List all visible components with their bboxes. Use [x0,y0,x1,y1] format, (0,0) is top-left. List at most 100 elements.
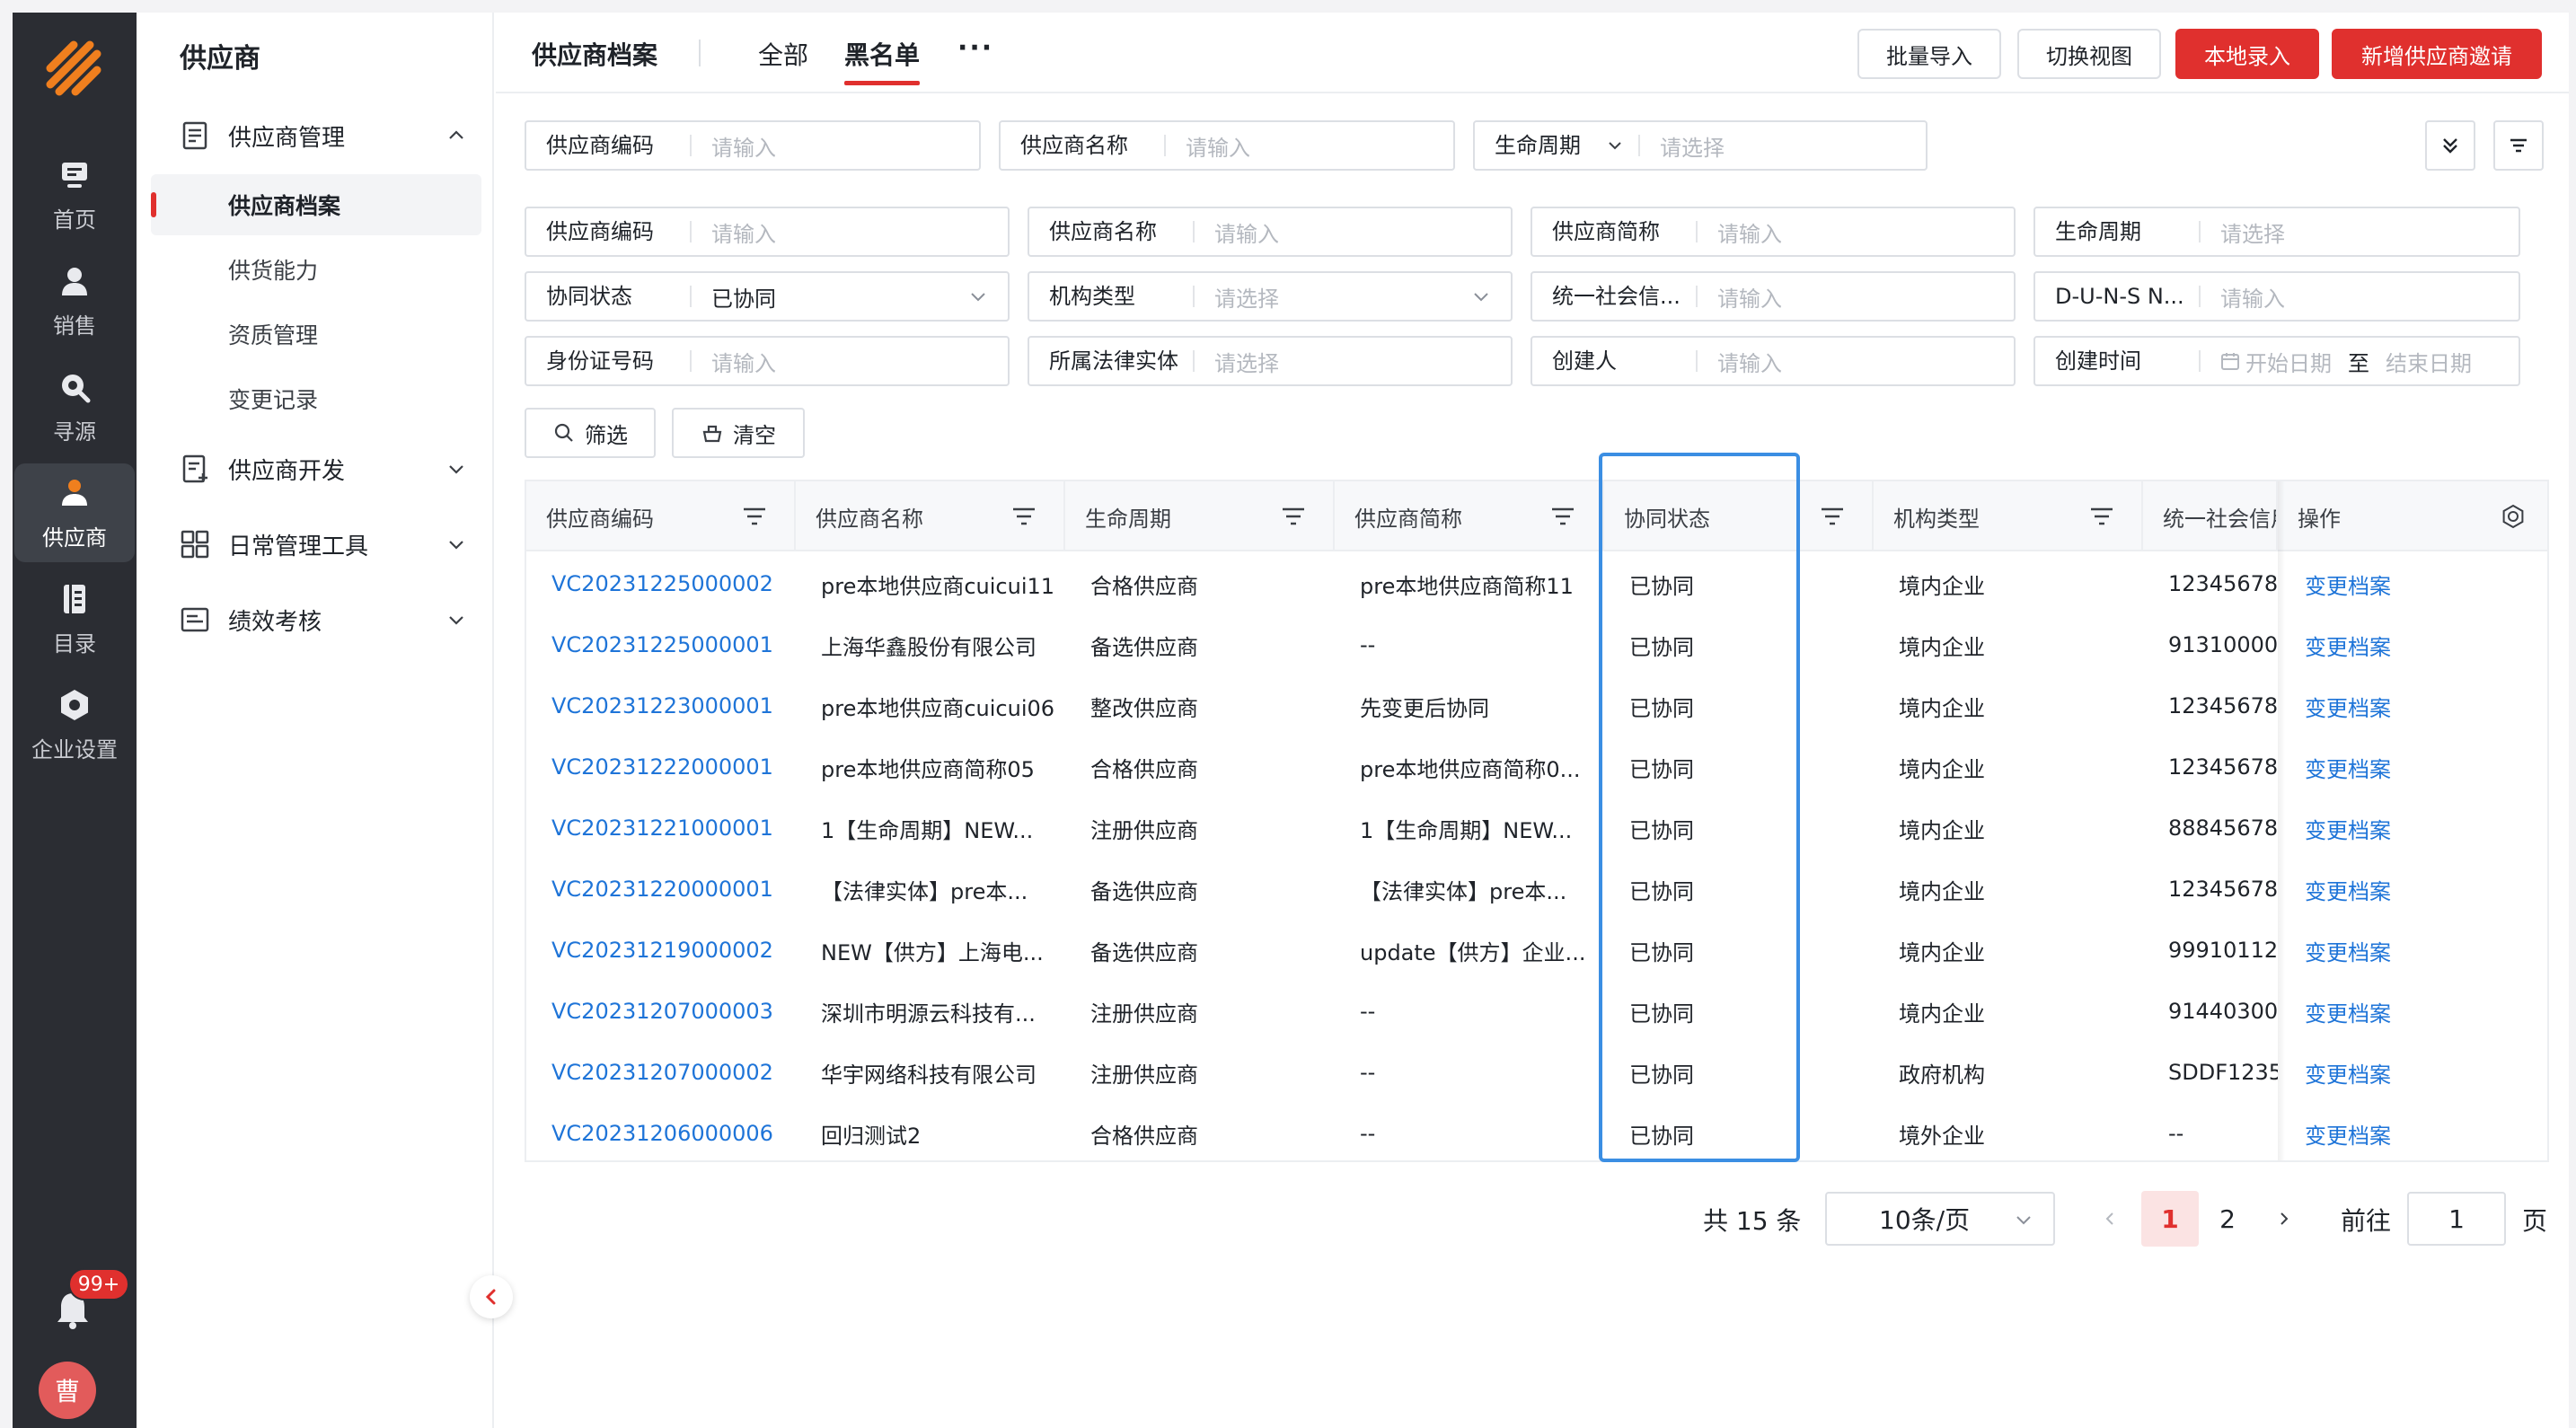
filter-input[interactable]: 请输入 [1166,130,1453,162]
switch-view-button[interactable]: 切换视图 [2017,29,2161,79]
col-header-label: 供应商编码 [546,506,654,532]
filter-legal-entity[interactable]: 所属法律实体 请选择 [1028,336,1513,386]
clear-button[interactable]: 清空 [672,408,805,458]
page-size-select[interactable]: 10条/页 [1825,1192,2055,1246]
cell-supplier-code[interactable]: VC20231223000001 [526,675,796,736]
change-archive-link[interactable]: 变更档案 [2278,1103,2547,1164]
cell-supplier-code[interactable]: VC20231220000001 [526,859,796,920]
filter-input[interactable]: 请输入 [1698,281,2014,313]
tab-blacklist[interactable]: 黑名单 [844,36,921,85]
filter-supplier-code[interactable]: 供应商编码 请输入 [525,207,1010,257]
cell-supplier-code[interactable]: VC20231221000001 [526,798,796,859]
expand-filters-button[interactable] [2425,120,2475,171]
change-archive-link[interactable]: 变更档案 [2278,981,2547,1042]
col-header-supplier-abbr[interactable]: 供应商简称 [1335,481,1604,551]
rail-item-home[interactable]: 首页 [14,145,135,244]
change-archive-link[interactable]: 变更档案 [2278,614,2547,675]
cell-supplier-code[interactable]: VC20231225000001 [526,614,796,675]
sidebar-group-supplier-management[interactable]: 供应商管理 [180,109,467,163]
filter-supplier-name[interactable]: 供应商名称 请输入 [1028,207,1513,257]
more-tabs-button[interactable]: ··· [957,32,993,64]
change-archive-link[interactable]: 变更档案 [2278,1042,2547,1103]
sidebar-item-qualification[interactable]: 资质管理 [151,304,481,365]
invite-supplier-button[interactable]: 新增供应商邀请 [2332,29,2542,79]
rail-item-supplier[interactable]: 供应商 [14,463,135,562]
next-page-button[interactable] [2269,1203,2299,1234]
filter-icon[interactable] [1281,506,1306,527]
sidebar-item-supply-capacity[interactable]: 供货能力 [151,239,481,300]
filter-input[interactable]: 请输入 [692,216,1008,248]
date-range-picker[interactable]: 开始日期 至 结束日期 [2201,346,2519,377]
filter-input[interactable]: 请输入 [1698,346,2014,377]
filter-creator[interactable]: 创建人 请输入 [1531,336,2016,386]
sidebar-group-performance[interactable]: 绩效考核 [180,593,467,647]
filter-select[interactable]: 请选择 [1195,281,1471,313]
quick-filter-lifecycle[interactable]: 生命周期 请选择 [1473,120,1928,171]
cell-supplier-code[interactable]: VC20231225000002 [526,553,796,614]
rail-item-sales[interactable]: 销售 [14,251,135,350]
avatar[interactable]: 曹 [39,1362,96,1419]
col-header-label: 操作 [2298,506,2341,532]
filter-id-number[interactable]: 身份证号码 请输入 [525,336,1010,386]
filter-select[interactable]: 请选择 [1640,130,1926,162]
tab-all[interactable]: 全部 [758,36,808,72]
filter-select[interactable]: 请选择 [1195,346,1511,377]
rail-item-sourcing[interactable]: 寻源 [14,357,135,456]
date-end[interactable]: 结束日期 [2386,346,2472,377]
quick-filter-supplier-code[interactable]: 供应商编码 请输入 [525,120,981,171]
col-header-lifecycle[interactable]: 生命周期 [1065,481,1335,551]
filter-settings-button[interactable] [2493,120,2544,171]
filter-button[interactable]: 筛选 [525,408,656,458]
col-header-org-type[interactable]: 机构类型 [1874,481,2143,551]
batch-import-button[interactable]: 批量导入 [1857,29,2001,79]
page-button-1[interactable]: 1 [2141,1191,2199,1247]
local-entry-button[interactable]: 本地录入 [2175,29,2319,79]
filter-icon[interactable] [1550,506,1575,527]
filter-icon[interactable] [1011,506,1037,527]
page-button-2[interactable]: 2 [2199,1191,2256,1247]
cell-supplier-code[interactable]: VC20231219000002 [526,920,796,981]
rail-item-enterprise-settings[interactable]: 企业设置 [14,675,135,774]
prev-page-button[interactable] [2095,1203,2125,1234]
filter-select[interactable]: 请选择 [2201,216,2519,248]
col-header-supplier-name[interactable]: 供应商名称 [796,481,1065,551]
rail-item-catalog[interactable]: 目录 [14,569,135,668]
cell-supplier-code[interactable]: VC20231222000001 [526,736,796,798]
gear-icon[interactable] [2501,504,2526,529]
filter-lifecycle[interactable]: 生命周期 请选择 [2033,207,2520,257]
change-archive-link[interactable]: 变更档案 [2278,859,2547,920]
change-archive-link[interactable]: 变更档案 [2278,798,2547,859]
cell-supplier-code[interactable]: VC20231207000003 [526,981,796,1042]
filter-credit-code[interactable]: 统一社会信... 请输入 [1531,271,2016,322]
cell-supplier-code[interactable]: VC20231206000006 [526,1103,796,1164]
sidebar-item-change-log[interactable]: 变更记录 [151,368,481,429]
filter-icon[interactable] [2089,506,2114,527]
col-header-credit-code[interactable]: 统一社会信用 [2143,481,2278,551]
filter-icon[interactable] [1820,506,1845,527]
filter-input[interactable]: 请输入 [1195,216,1511,248]
filter-org-type[interactable]: 机构类型 请选择 [1028,271,1513,322]
filter-collab-status[interactable]: 协同状态 已协同 [525,271,1010,322]
sidebar-group-daily-tools[interactable]: 日常管理工具 [180,517,467,571]
filter-input[interactable]: 请输入 [2201,281,2519,313]
sidebar-item-supplier-archive[interactable]: 供应商档案 [151,174,481,235]
col-header-supplier-code[interactable]: 供应商编码 [526,481,796,551]
filter-duns[interactable]: D-U-N-S N... 请输入 [2033,271,2520,322]
quick-filter-supplier-name[interactable]: 供应商名称 请输入 [999,120,1455,171]
change-archive-link[interactable]: 变更档案 [2278,920,2547,981]
cell-supplier-code[interactable]: VC20231207000002 [526,1042,796,1103]
filter-input[interactable]: 请输入 [1698,216,2014,248]
filter-input[interactable]: 请输入 [692,346,1008,377]
change-archive-link[interactable]: 变更档案 [2278,736,2547,798]
change-archive-link[interactable]: 变更档案 [2278,675,2547,736]
filter-input[interactable]: 请输入 [692,130,979,162]
collapse-sidebar-button[interactable] [470,1275,513,1318]
filter-icon[interactable] [742,506,767,527]
date-start[interactable]: 开始日期 [2245,346,2332,377]
filter-select[interactable]: 已协同 [692,281,968,313]
filter-supplier-abbr[interactable]: 供应商简称 请输入 [1531,207,2016,257]
goto-page-input[interactable]: 1 [2407,1192,2506,1246]
sidebar-group-supplier-development[interactable]: 供应商开发 [180,442,467,496]
filter-created-time[interactable]: 创建时间 开始日期 至 结束日期 [2033,336,2520,386]
change-archive-link[interactable]: 变更档案 [2278,553,2547,614]
